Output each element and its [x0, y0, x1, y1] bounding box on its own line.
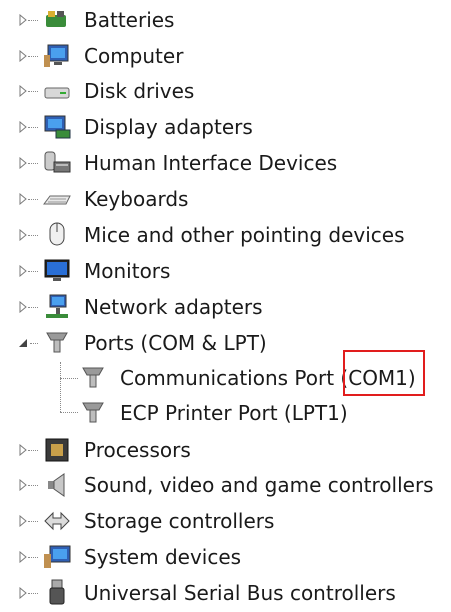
- tree-connector: [28, 199, 38, 200]
- tree-item-label: Network adapters: [84, 295, 263, 319]
- tree-item-label: ECP Printer Port (LPT1): [120, 401, 348, 425]
- disk-drive-icon: [42, 76, 72, 106]
- tree-item-ecp-printer-port[interactable]: ECP Printer Port (LPT1): [0, 395, 451, 431]
- tree-item-label: Mice and other pointing devices: [84, 223, 405, 247]
- device-manager-tree: Batteries Computer Disk drives Display a…: [0, 0, 451, 605]
- battery-icon: [42, 5, 72, 35]
- tree-connector: [28, 307, 38, 308]
- tree-item-processors[interactable]: Processors: [0, 432, 451, 468]
- tree-item-label: System devices: [84, 545, 242, 569]
- tree-item-batteries[interactable]: Batteries: [0, 2, 451, 38]
- tree-connector: [28, 557, 38, 558]
- tree-item-computer[interactable]: Computer: [0, 38, 451, 74]
- tree-item-label: Monitors: [84, 259, 171, 283]
- tree-item-label: Computer: [84, 44, 184, 68]
- keyboard-icon: [42, 184, 72, 214]
- tree-item-label: Storage controllers: [84, 509, 275, 533]
- highlight-box: [343, 350, 425, 396]
- speaker-icon: [42, 470, 72, 500]
- tree-item-label: Display adapters: [84, 115, 253, 139]
- tree-connector: [30, 343, 38, 344]
- port-icon: [78, 398, 108, 428]
- tree-item-usb[interactable]: Universal Serial Bus controllers: [0, 575, 451, 611]
- hid-icon: [42, 148, 72, 178]
- port-icon: [78, 363, 108, 393]
- mouse-icon: [42, 220, 72, 250]
- tree-item-label: Sound, video and game controllers: [84, 473, 434, 497]
- tree-item-label: Human Interface Devices: [84, 151, 338, 175]
- tree-connector: [28, 450, 38, 451]
- tree-item-label: Keyboards: [84, 187, 189, 211]
- processor-icon: [42, 435, 72, 465]
- tree-connector: [28, 20, 38, 21]
- tree-item-storage-controllers[interactable]: Storage controllers: [0, 503, 451, 539]
- tree-item-label: Universal Serial Bus controllers: [84, 581, 396, 605]
- collapse-arrow-icon[interactable]: [16, 336, 30, 350]
- port-icon: [42, 328, 72, 358]
- tree-connector: [28, 521, 38, 522]
- tree-item-display-adapters[interactable]: Display adapters: [0, 109, 451, 145]
- system-device-icon: [42, 542, 72, 572]
- tree-connector: [28, 593, 38, 594]
- tree-item-network-adapters[interactable]: Network adapters: [0, 289, 451, 325]
- tree-item-system-devices[interactable]: System devices: [0, 539, 451, 575]
- tree-item-disk-drives[interactable]: Disk drives: [0, 73, 451, 109]
- tree-item-label: Ports (COM & LPT): [84, 331, 267, 355]
- tree-connector: [28, 56, 38, 57]
- tree-item-human-interface-devices[interactable]: Human Interface Devices: [0, 145, 451, 181]
- tree-connector: [28, 91, 38, 92]
- network-adapter-icon: [42, 292, 72, 322]
- tree-item-sound[interactable]: Sound, video and game controllers: [0, 467, 451, 503]
- storage-controller-icon: [42, 506, 72, 536]
- tree-item-mice[interactable]: Mice and other pointing devices: [0, 217, 451, 253]
- tree-connector: [28, 485, 38, 486]
- tree-item-label: Disk drives: [84, 79, 195, 103]
- tree-connector: [60, 412, 78, 413]
- tree-connector: [28, 127, 38, 128]
- display-adapter-icon: [42, 112, 72, 142]
- monitor-icon: [42, 256, 72, 286]
- tree-item-label: Processors: [84, 438, 191, 462]
- tree-connector: [60, 378, 78, 379]
- tree-item-monitors[interactable]: Monitors: [0, 253, 451, 289]
- computer-icon: [42, 41, 72, 71]
- tree-connector: [28, 271, 38, 272]
- tree-connector: [28, 235, 38, 236]
- tree-item-keyboards[interactable]: Keyboards: [0, 181, 451, 217]
- tree-connector: [28, 163, 38, 164]
- tree-item-label: Batteries: [84, 8, 175, 32]
